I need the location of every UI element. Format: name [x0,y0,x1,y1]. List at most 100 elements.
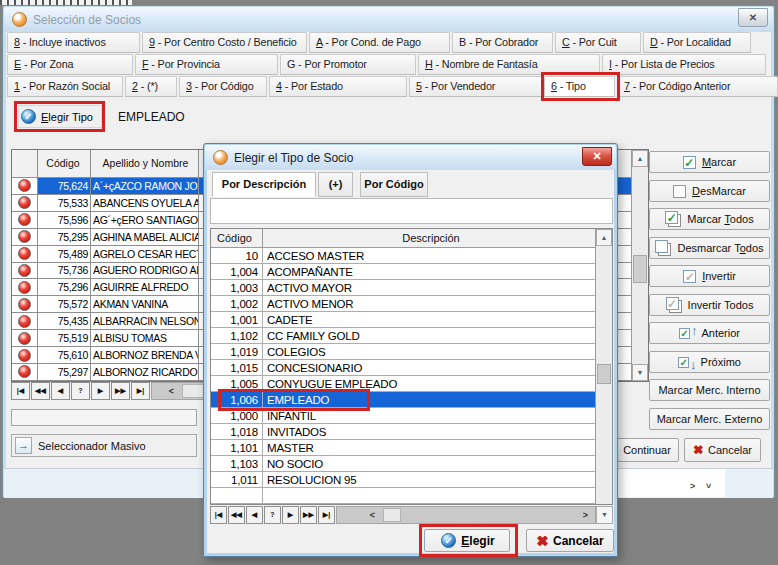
button-marcar-merc-interno[interactable]: Marcar Merc. Interno [649,379,770,401]
button-label: Marcar Merc. Externo [657,413,763,425]
table-row[interactable]: 1,005CONYUGUE EMPLEADO [211,376,595,392]
scroll-right-icon[interactable]: > [690,481,695,491]
nav-next-page-button[interactable]: ▶▶ [300,506,317,524]
button-desmarcar[interactable]: DesMarcar [649,180,770,202]
nav-prev-page-button[interactable]: ◀◀ [228,506,245,524]
tab-5-por-vendedor[interactable]: 5 - Por Vendedor [409,76,542,97]
scroll-up-icon[interactable]: ▲ [632,150,648,167]
tab-a-por-cond-de-pago[interactable]: A - Por Cond. de Pago [309,32,450,53]
button-label: Marcar Todos [687,213,753,225]
tipo-grid-vscrollbar[interactable]: ▲ [595,229,612,504]
nav-help-button[interactable]: ? [71,382,90,400]
cancelar-label: Cancelar [708,444,752,456]
button-marcar-merc-externo[interactable]: Marcar Merc. Externo [649,408,770,430]
row-status-cell [12,178,38,195]
nav-hscrollbar[interactable]: < [151,382,205,400]
button-pr-ximo[interactable]: ✓↓Próximo [649,351,770,373]
seleccionador-masivo-button[interactable]: → Seleccionador Masivo [11,434,197,457]
scroll-left-icon[interactable]: < [164,383,179,399]
scroll-right-icon[interactable]: > [578,507,593,523]
button-marcar-todos[interactable]: ✓Marcar Todos [649,208,770,230]
scroll-up-icon[interactable]: ▲ [596,229,612,246]
scroll-down-icon[interactable]: ˅ [706,481,711,491]
tab-i-por-lista-de-precios[interactable]: I - Por Lista de Precios [602,54,766,75]
table-row[interactable]: 1,018INVITADOS [211,424,595,440]
button-anterior[interactable]: ✓↑Anterior [649,322,770,344]
table-row[interactable]: 1,102CC FAMILY GOLD [211,328,595,344]
tab-d-por-localidad[interactable]: D - Por Localidad [643,32,751,53]
nav-first-button[interactable]: |◀ [11,382,30,400]
check-circle-icon: ✓ [441,533,456,548]
row-code-cell: 1,000 [211,408,263,424]
dialog-close-icon[interactable]: ✕ [582,147,612,166]
table-row[interactable]: 1,003ACTIVO MAYOR [211,280,595,296]
button-marcar[interactable]: ✓Marcar [649,151,770,173]
tab-b-por-cobrador[interactable]: B - Por Cobrador [452,32,553,53]
close-icon[interactable]: ✕ [738,8,768,27]
table-row-empty [211,488,595,504]
tab-f-por-provincia[interactable]: F - Por Provincia [135,54,278,75]
tab-plus[interactable]: (+) [318,172,353,197]
tab-6-tipo[interactable]: 6 - Tipo [544,76,615,97]
table-row[interactable]: 1,019COLEGIOS [211,344,595,360]
elegir-button[interactable]: ✓ Elegir [424,529,510,552]
nav-last-button[interactable]: ▶| [131,382,150,400]
nav-first-button[interactable]: |◀ [210,506,227,524]
tab-c-por-cuit[interactable]: C - Por Cuit [555,32,641,53]
scroll-down-icon[interactable]: ▼ [632,364,648,381]
tab-e-por-zona[interactable]: E - Por Zona [7,54,133,75]
scroll-track[interactable] [596,246,612,504]
nav-next-page-button[interactable]: ▶▶ [111,382,130,400]
tab-por-codigo[interactable]: Por Código [360,172,428,197]
tab-8-incluye-inactivos[interactable]: 8 - Incluye inactivos [7,32,140,53]
table-row[interactable]: 1,015CONCESIONARIO [211,360,595,376]
nav-prev-page-button[interactable]: ◀◀ [31,382,50,400]
table-row[interactable]: 1,000INFANTIL [211,408,595,424]
nav-last-button[interactable]: ▶| [318,506,335,524]
tab-g-por-promotor[interactable]: G - Por Promotor [280,54,416,75]
table-row[interactable]: 1,002ACTIVO MENOR [211,296,595,312]
scroll-thumb[interactable] [597,364,611,384]
tab-7-por-c-digo-anterior[interactable]: 7 - Por Código Anterior [617,76,778,97]
header-apellido: Apellido y Nombre [91,150,199,177]
button-invertir[interactable]: ✓Invertir [649,265,770,287]
table-row[interactable]: 1,103NO SOCIO [211,456,595,472]
nav-prev-button[interactable]: ◀ [246,506,263,524]
socios-grid-vscrollbar[interactable]: ▲ ▼ [631,150,648,381]
cancelar-button-main[interactable]: ✖ Cancelar [684,438,761,462]
scroll-thumb[interactable] [633,255,647,283]
cancelar-button-dialog[interactable]: ✖ Cancelar [526,529,614,552]
scroll-thumb[interactable] [383,508,401,522]
scroll-left-icon[interactable]: < [365,507,380,523]
scroll-down-icon[interactable]: ▼ [596,506,613,524]
tab-4-por-estado[interactable]: 4 - Por Estado [269,76,407,97]
button-desmarcar-todos[interactable]: Desmarcar Todos [649,237,770,259]
table-row[interactable]: 10ACCESO MASTER [211,248,595,264]
tab-por-descripcion[interactable]: Por Descripción [212,172,316,197]
row-code-cell: 1,004 [211,264,263,280]
nav-next-button[interactable]: ▶ [282,506,299,524]
continuar-button[interactable]: Continuar [615,438,679,462]
table-row[interactable]: 1,001CADETE [211,312,595,328]
table-row[interactable]: 1,006EMPLEADO [211,392,595,408]
table-row[interactable]: 1,004ACOMPAÑANTE [211,264,595,280]
tab-2[interactable]: 2 - (*) [125,76,177,97]
elegir-tipo-button[interactable]: ✓ Elegir Tipo [18,105,102,128]
nav-prev-button[interactable]: ◀ [51,382,70,400]
row-code-cell: 1,019 [211,344,263,360]
scroll-track[interactable] [632,167,648,364]
nav-hscrollbar[interactable]: <> [336,506,596,524]
button-label: Invertir Todos [688,299,754,311]
button-invertir-todos[interactable]: ✓Invertir Todos [649,294,770,316]
table-row[interactable]: 1,011RESOLUCION 95 [211,472,595,488]
scroll-corner-widget: > ˅ [617,469,725,497]
tab-9-por-centro-costo-beneficio[interactable]: 9 - Por Centro Costo / Beneficio [142,32,307,53]
app-icon [12,12,27,27]
tab-h-nombre-de-fantas-a[interactable]: H - Nombre de Fantasía [418,54,600,75]
search-input[interactable] [210,198,613,224]
tab-3-por-c-digo[interactable]: 3 - Por Código [179,76,267,97]
tab-1-por-raz-n-social[interactable]: 1 - Por Razón Social [7,76,123,97]
nav-help-button[interactable]: ? [264,506,281,524]
table-row[interactable]: 1,101MASTER [211,440,595,456]
nav-next-button[interactable]: ▶ [91,382,110,400]
